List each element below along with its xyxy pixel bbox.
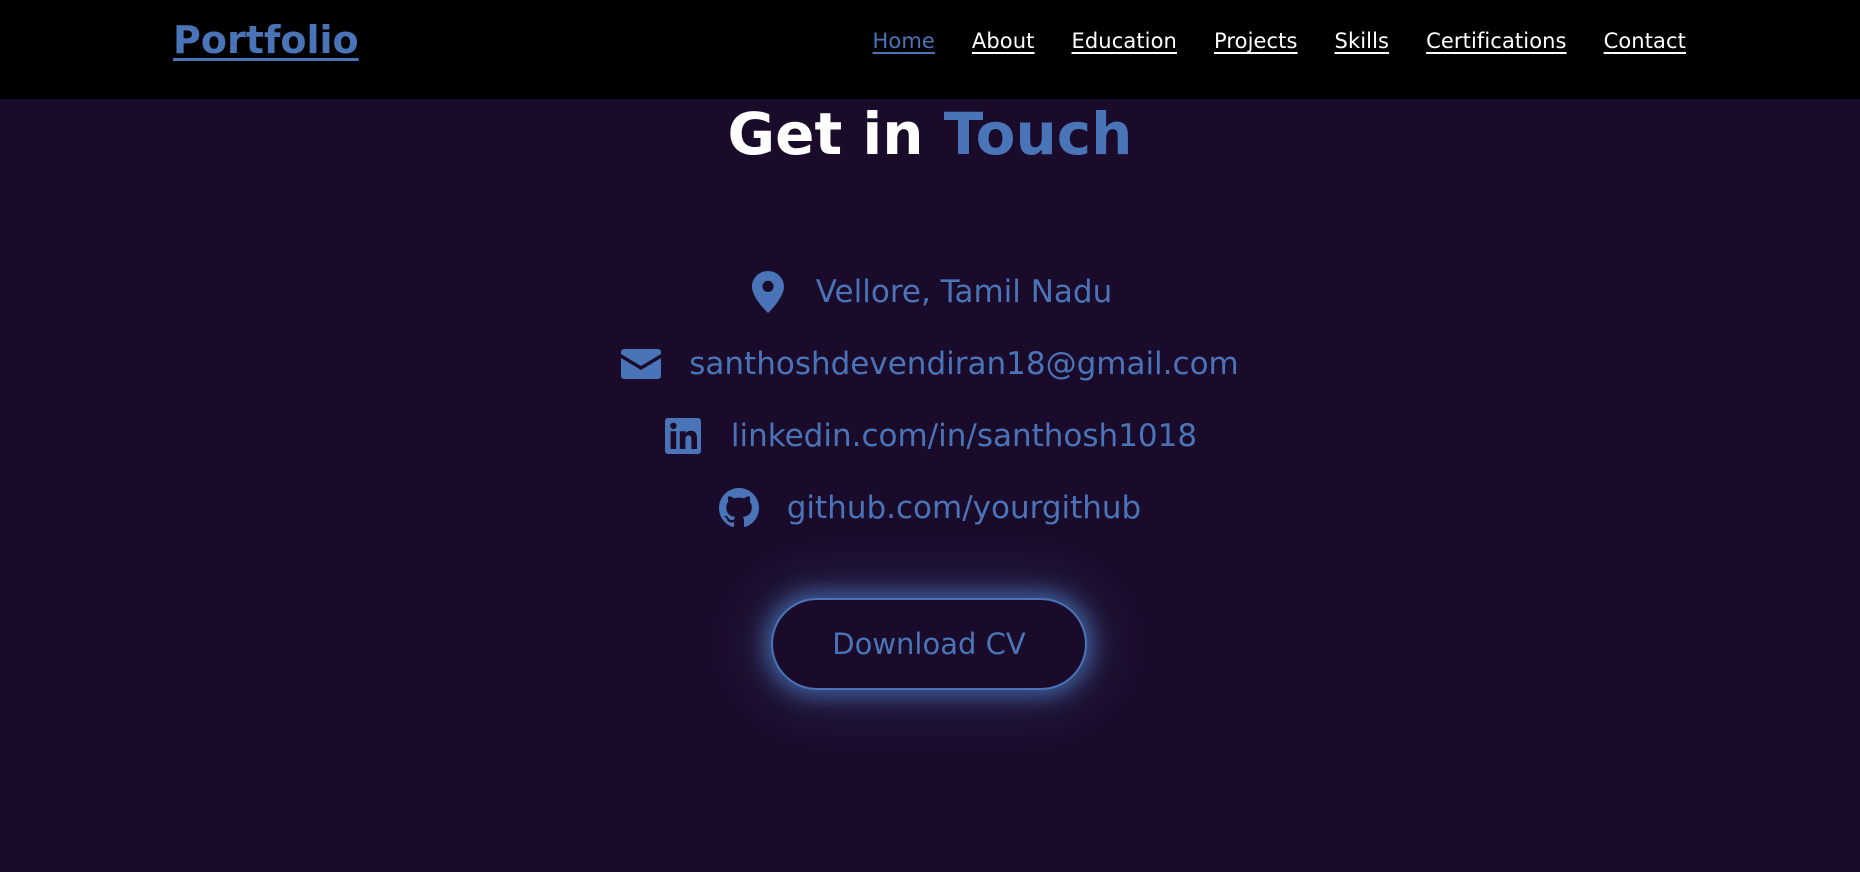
- nav-link-certifications[interactable]: Certifications: [1426, 29, 1567, 53]
- contact-item-github: github.com/yourgithub: [0, 472, 1860, 544]
- nav-link-skills[interactable]: Skills: [1335, 29, 1390, 53]
- nav-link-contact[interactable]: Contact: [1604, 29, 1686, 53]
- contact-item-location: Vellore, Tamil Nadu: [0, 256, 1860, 328]
- nav-menu: Home About Education Projects Skills Cer…: [872, 29, 1686, 53]
- brand-logo-link[interactable]: Portfolio: [173, 18, 359, 62]
- linkedin-icon: [663, 414, 703, 458]
- github-icon: [718, 486, 759, 530]
- location-text: Vellore, Tamil Nadu: [815, 274, 1113, 310]
- nav-link-about[interactable]: About: [972, 29, 1035, 53]
- contact-item-email: santhoshdevendiran18@gmail.com: [0, 328, 1860, 400]
- section-title-main: Get in: [727, 100, 944, 168]
- contact-item-linkedin: linkedin.com/in/santhosh1018: [0, 400, 1860, 472]
- contact-list: Vellore, Tamil Nadu santhoshdevendiran18…: [0, 256, 1860, 544]
- nav-link-home[interactable]: Home: [872, 29, 934, 53]
- section-title-accent: Touch: [943, 100, 1133, 168]
- envelope-icon: [621, 342, 662, 386]
- download-cv-button[interactable]: Download CV: [771, 598, 1087, 690]
- nav-link-education[interactable]: Education: [1072, 29, 1177, 53]
- location-pin-icon: [748, 270, 788, 314]
- github-link[interactable]: github.com/yourgithub: [787, 490, 1142, 526]
- nav-link-projects[interactable]: Projects: [1214, 29, 1298, 53]
- section-title: Get in Touch: [0, 98, 1860, 170]
- navbar: Portfolio Home About Education Projects …: [0, 0, 1860, 99]
- linkedin-link[interactable]: linkedin.com/in/santhosh1018: [731, 418, 1197, 454]
- email-link[interactable]: santhoshdevendiran18@gmail.com: [689, 346, 1238, 382]
